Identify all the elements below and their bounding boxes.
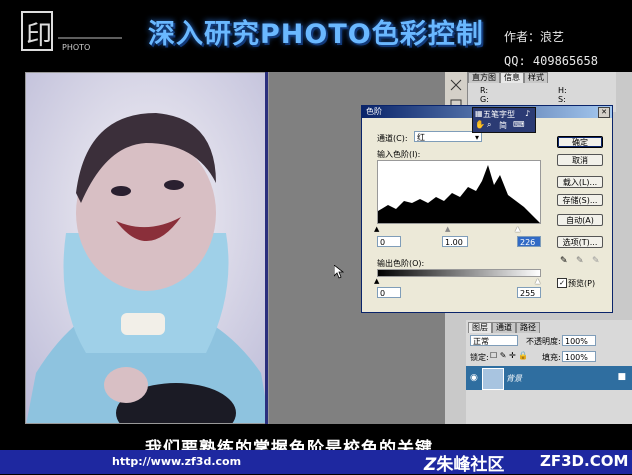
tab-layers[interactable]: 图层: [468, 322, 492, 333]
footer-url[interactable]: http://www.zf3d.com: [112, 455, 241, 468]
ime-keyboard-icon[interactable]: ⌨: [513, 120, 525, 129]
info-r-label: R:: [480, 86, 489, 95]
logo-text: PHOTO: [62, 43, 90, 52]
ime-hand-icon[interactable]: ✋: [475, 120, 485, 129]
svg-text:印: 印: [26, 21, 52, 51]
output-slider-track[interactable]: ▲ ▲: [374, 277, 541, 285]
close-icon[interactable]: ✕: [598, 107, 610, 118]
preview-label: 预览(P): [568, 279, 596, 288]
auto-button[interactable]: 自动(A): [557, 214, 603, 226]
output-gradient: [377, 269, 541, 277]
tab-paths[interactable]: 路径: [516, 322, 540, 333]
page-title: 深入研究PHOTO色彩控制: [148, 19, 484, 50]
zf-logo-icon: Z: [424, 455, 437, 475]
layer-row[interactable]: ◉ 背景 ■: [466, 366, 632, 390]
document-photo[interactable]: [25, 72, 269, 424]
opacity-label: 不透明度:: [526, 337, 561, 346]
qq-label: QQ: 409865658: [504, 54, 598, 68]
baby-photo-illustration: [26, 73, 268, 423]
ime-softkey-icon[interactable]: ♪: [525, 109, 530, 118]
ime-toolbar[interactable]: ▦ 五笔字型 ♪ ✋ ⌕ 简 ⌨: [472, 107, 536, 133]
info-g-label: G:: [480, 95, 489, 104]
input-gamma-field[interactable]: 1.00: [442, 236, 468, 247]
lock-label: 锁定:: [470, 353, 489, 362]
fill-field[interactable]: 100%: [562, 351, 596, 362]
footer-bar: [0, 450, 632, 474]
ime-sub-label: 简: [499, 121, 507, 130]
document-edge: [265, 72, 268, 424]
cancel-button[interactable]: 取消: [557, 154, 603, 166]
ime-search-icon[interactable]: ⌕: [487, 120, 491, 130]
ok-button[interactable]: 确定: [557, 136, 603, 148]
histogram: [377, 160, 541, 224]
channel-label: 通道(C):: [377, 134, 408, 143]
layer-name: 背景: [506, 374, 522, 383]
ime-mode-icon[interactable]: ▦: [475, 109, 483, 118]
white-point-handle[interactable]: ▲: [515, 225, 520, 233]
info-s-label: S:: [558, 95, 566, 104]
black-eyedropper-icon[interactable]: ✎: [560, 256, 568, 266]
gray-eyedropper-icon[interactable]: ✎: [576, 256, 584, 266]
layer-thumbnail: [482, 368, 504, 390]
input-white-field[interactable]: 226: [517, 236, 541, 247]
lock-icon: ■: [617, 372, 626, 382]
tab-histogram[interactable]: 直方图: [468, 72, 500, 83]
input-slider-track[interactable]: ▲ ▲ ▲: [374, 225, 541, 233]
output-black-field[interactable]: 0: [377, 287, 401, 298]
tab-styles[interactable]: 样式: [524, 72, 548, 83]
eye-icon[interactable]: ◉: [470, 373, 478, 383]
author-label: 作者：浪艺: [504, 30, 565, 44]
output-black-handle[interactable]: ▲: [374, 277, 379, 285]
options-button[interactable]: 选项(T)...: [557, 236, 603, 248]
output-white-handle[interactable]: ▲: [535, 277, 540, 285]
logo: 印 PHOTO: [18, 8, 128, 54]
save-button[interactable]: 存储(S)...: [557, 194, 603, 206]
layers-panel: 图层 通道 路径 正常 不透明度: 100% 锁定: ☐ ✎ ✛ 🔒 填充: 100…: [466, 320, 632, 424]
footer-site: ZF3D.COM: [540, 452, 629, 470]
input-black-field[interactable]: 0: [377, 236, 401, 247]
tab-channels[interactable]: 通道: [492, 322, 516, 333]
chevron-down-icon: ▾: [474, 133, 479, 142]
mouse-cursor-icon: [333, 264, 345, 283]
ime-label: 五笔字型: [483, 110, 515, 119]
load-button[interactable]: 载入(L)...: [557, 176, 603, 188]
blend-mode-select[interactable]: 正常: [470, 335, 518, 346]
info-h-label: H:: [558, 86, 567, 95]
preview-checkbox[interactable]: ✓: [557, 278, 567, 288]
gamma-handle[interactable]: ▲: [445, 225, 450, 233]
levels-dialog: 色阶 ✕ 通道(C): 红 ▾ 输入色阶(I): ▲ ▲ ▲ 0 1.00 22…: [361, 105, 613, 313]
white-eyedropper-icon[interactable]: ✎: [592, 256, 600, 266]
footer-community-name: 朱峰社区: [436, 455, 505, 475]
output-levels-label: 输出色阶(O):: [377, 259, 425, 268]
opacity-field[interactable]: 100%: [562, 335, 596, 346]
input-levels-label: 输入色阶(I):: [377, 150, 421, 159]
output-white-field[interactable]: 255: [517, 287, 541, 298]
channel-value: 红: [417, 133, 425, 142]
lock-icons[interactable]: ☐ ✎ ✛ 🔒: [490, 351, 528, 360]
eyedropper-tools: ✎ ✎ ✎: [558, 256, 604, 268]
fill-label: 填充:: [542, 353, 561, 362]
tab-info[interactable]: 信息: [500, 72, 524, 83]
black-point-handle[interactable]: ▲: [374, 225, 379, 233]
footer-community: Z朱峰社区: [424, 450, 504, 475]
